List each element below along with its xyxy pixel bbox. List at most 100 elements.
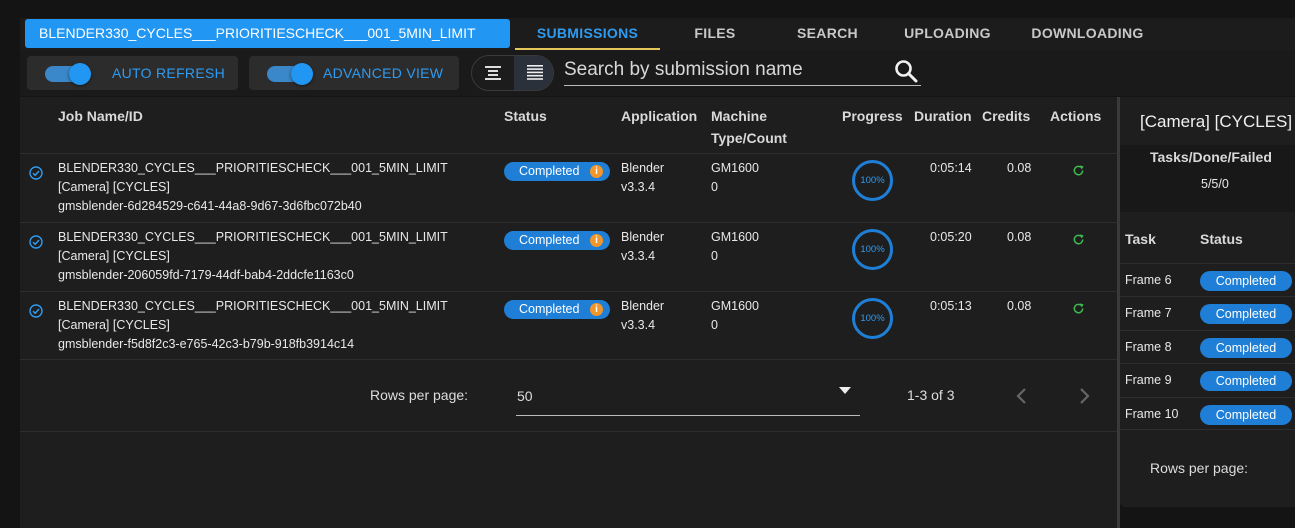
status-label: Completed [519,164,580,178]
task-row[interactable]: Frame 6 Completed [1120,263,1295,296]
duration: 0:05:14 [930,161,972,175]
submissions-table: Job Name/ID Status Application Machine T… [20,97,1117,528]
task-detail-panel: [Camera] [CYCLES] - Tasks/Done/Failed 5/… [1120,97,1295,507]
duration: 0:05:13 [930,299,972,313]
col-header-status[interactable]: Status [504,105,547,127]
info-icon[interactable]: i [590,234,603,247]
refresh-icon[interactable] [1072,302,1085,315]
task-status-badge: Completed [1200,371,1292,391]
job-name[interactable]: BLENDER330_CYCLES___PRIORITIESCHECK___00… [58,159,483,197]
side-rows-per-page-label: Rows per page: [1150,460,1249,476]
panel-title: [Camera] [CYCLES] - [1140,112,1295,131]
pagination: Rows per page: 50 1-3 of 3 [20,359,1117,432]
task-name: Frame 8 [1125,340,1172,354]
tab-search[interactable]: SEARCH [785,18,870,50]
task-name: Frame 7 [1125,306,1172,320]
application-version: v3.3.4 [621,180,656,194]
col-header-credits[interactable]: Credits [982,105,1030,127]
status-label: Completed [519,233,580,247]
info-icon[interactable]: i [590,165,603,178]
tab-uploading[interactable]: UPLOADING [895,18,1000,50]
project-name-chip[interactable]: BLENDER330_CYCLES___PRIORITIESCHECK___00… [25,19,510,48]
status-label: Completed [519,302,580,316]
task-status-badge: Completed [1200,338,1292,358]
job-id: gmsblender-206059fd-7179-44df-bab4-2ddcf… [58,268,354,282]
application-name: Blender [621,299,665,313]
tab-downloading[interactable]: DOWNLOADING [1025,18,1150,50]
task-status-badge: Completed [1200,271,1292,291]
machine-count: 0 [711,180,718,194]
search-icon[interactable] [893,58,919,84]
col-header-application[interactable]: Application [621,105,697,127]
col-header-task-status[interactable]: Status [1200,231,1243,247]
col-header-duration[interactable]: Duration [914,105,972,127]
info-icon[interactable]: i [590,303,603,316]
application-version: v3.3.4 [621,318,656,332]
auto-refresh-switch[interactable] [45,63,91,85]
switch-knob-icon [291,63,313,85]
task-name: Frame 10 [1125,407,1179,421]
credits: 0.08 [1007,299,1032,313]
rows-per-page-value: 50 [517,388,533,404]
task-row[interactable]: Frame 8 Completed [1120,330,1295,363]
col-header-job[interactable]: Job Name/ID [58,105,143,127]
toolbar: AUTO REFRESH ADVANCED VIEW [20,50,1295,96]
application-name: Blender [621,230,665,244]
application-version: v3.3.4 [621,249,656,263]
duration: 0:05:20 [930,230,972,244]
check-circle-icon[interactable] [29,304,43,318]
switch-knob-icon [69,63,91,85]
col-header-task[interactable]: Task [1125,231,1156,247]
check-circle-icon[interactable] [29,166,43,180]
status-badge: Completed i [504,300,610,319]
refresh-icon[interactable] [1072,164,1085,177]
progress-ring: 100% [852,160,893,201]
col-header-machine[interactable]: Machine Type/Count [711,105,811,149]
density-comfortable-button[interactable] [472,56,513,90]
col-header-progress[interactable]: Progress [842,105,903,127]
task-row[interactable]: Frame 10 Completed [1120,397,1295,430]
task-name: Frame 6 [1125,273,1172,287]
table-row[interactable]: BLENDER330_CYCLES___PRIORITIESCHECK___00… [20,222,1117,291]
status-badge: Completed i [504,162,610,181]
machine-type: GM1600 [711,161,759,175]
tab-submissions[interactable]: SUBMISSIONS [515,18,660,50]
list-compact-icon [526,65,543,80]
align-center-icon [484,66,501,80]
tasks-done-failed-value: 5/5/0 [1201,177,1229,191]
advanced-view-toggle[interactable]: ADVANCED VIEW [249,56,459,90]
job-id: gmsblender-f5d8f2c3-e765-42c3-b79b-918fb… [58,337,355,351]
advanced-view-switch[interactable] [267,63,313,85]
tasks-done-failed-label: Tasks/Done/Failed [1150,149,1272,165]
task-row[interactable]: Frame 7 Completed [1120,296,1295,329]
auto-refresh-label: AUTO REFRESH [112,65,226,81]
page-range: 1-3 of 3 [907,387,955,403]
tab-files[interactable]: FILES [675,18,755,50]
task-status-badge: Completed [1200,304,1292,324]
task-status-badge: Completed [1200,405,1292,425]
check-circle-icon[interactable] [29,235,43,249]
progress-ring: 100% [852,298,893,339]
advanced-view-label: ADVANCED VIEW [323,65,444,81]
refresh-icon[interactable] [1072,233,1085,246]
density-compact-button[interactable] [514,56,553,90]
col-header-actions: Actions [1050,108,1102,124]
rows-per-page-label: Rows per page: [370,387,469,403]
job-name[interactable]: BLENDER330_CYCLES___PRIORITIESCHECK___00… [58,297,483,335]
table-row[interactable]: BLENDER330_CYCLES___PRIORITIESCHECK___00… [20,291,1117,360]
rows-per-page-select[interactable]: 50 [516,380,860,416]
prev-page-button[interactable] [1012,384,1032,408]
machine-type: GM1600 [711,230,759,244]
machine-type: GM1600 [711,299,759,313]
progress-ring: 100% [852,229,893,270]
task-row[interactable]: Frame 9 Completed [1120,363,1295,396]
auto-refresh-toggle[interactable]: AUTO REFRESH [27,56,238,90]
search-field [564,56,921,86]
next-page-button[interactable] [1074,384,1094,408]
search-input[interactable] [564,56,884,84]
status-badge: Completed i [504,231,610,250]
application-name: Blender [621,161,665,175]
job-name[interactable]: BLENDER330_CYCLES___PRIORITIESCHECK___00… [58,228,483,266]
machine-count: 0 [711,249,718,263]
table-row[interactable]: BLENDER330_CYCLES___PRIORITIESCHECK___00… [20,153,1117,222]
